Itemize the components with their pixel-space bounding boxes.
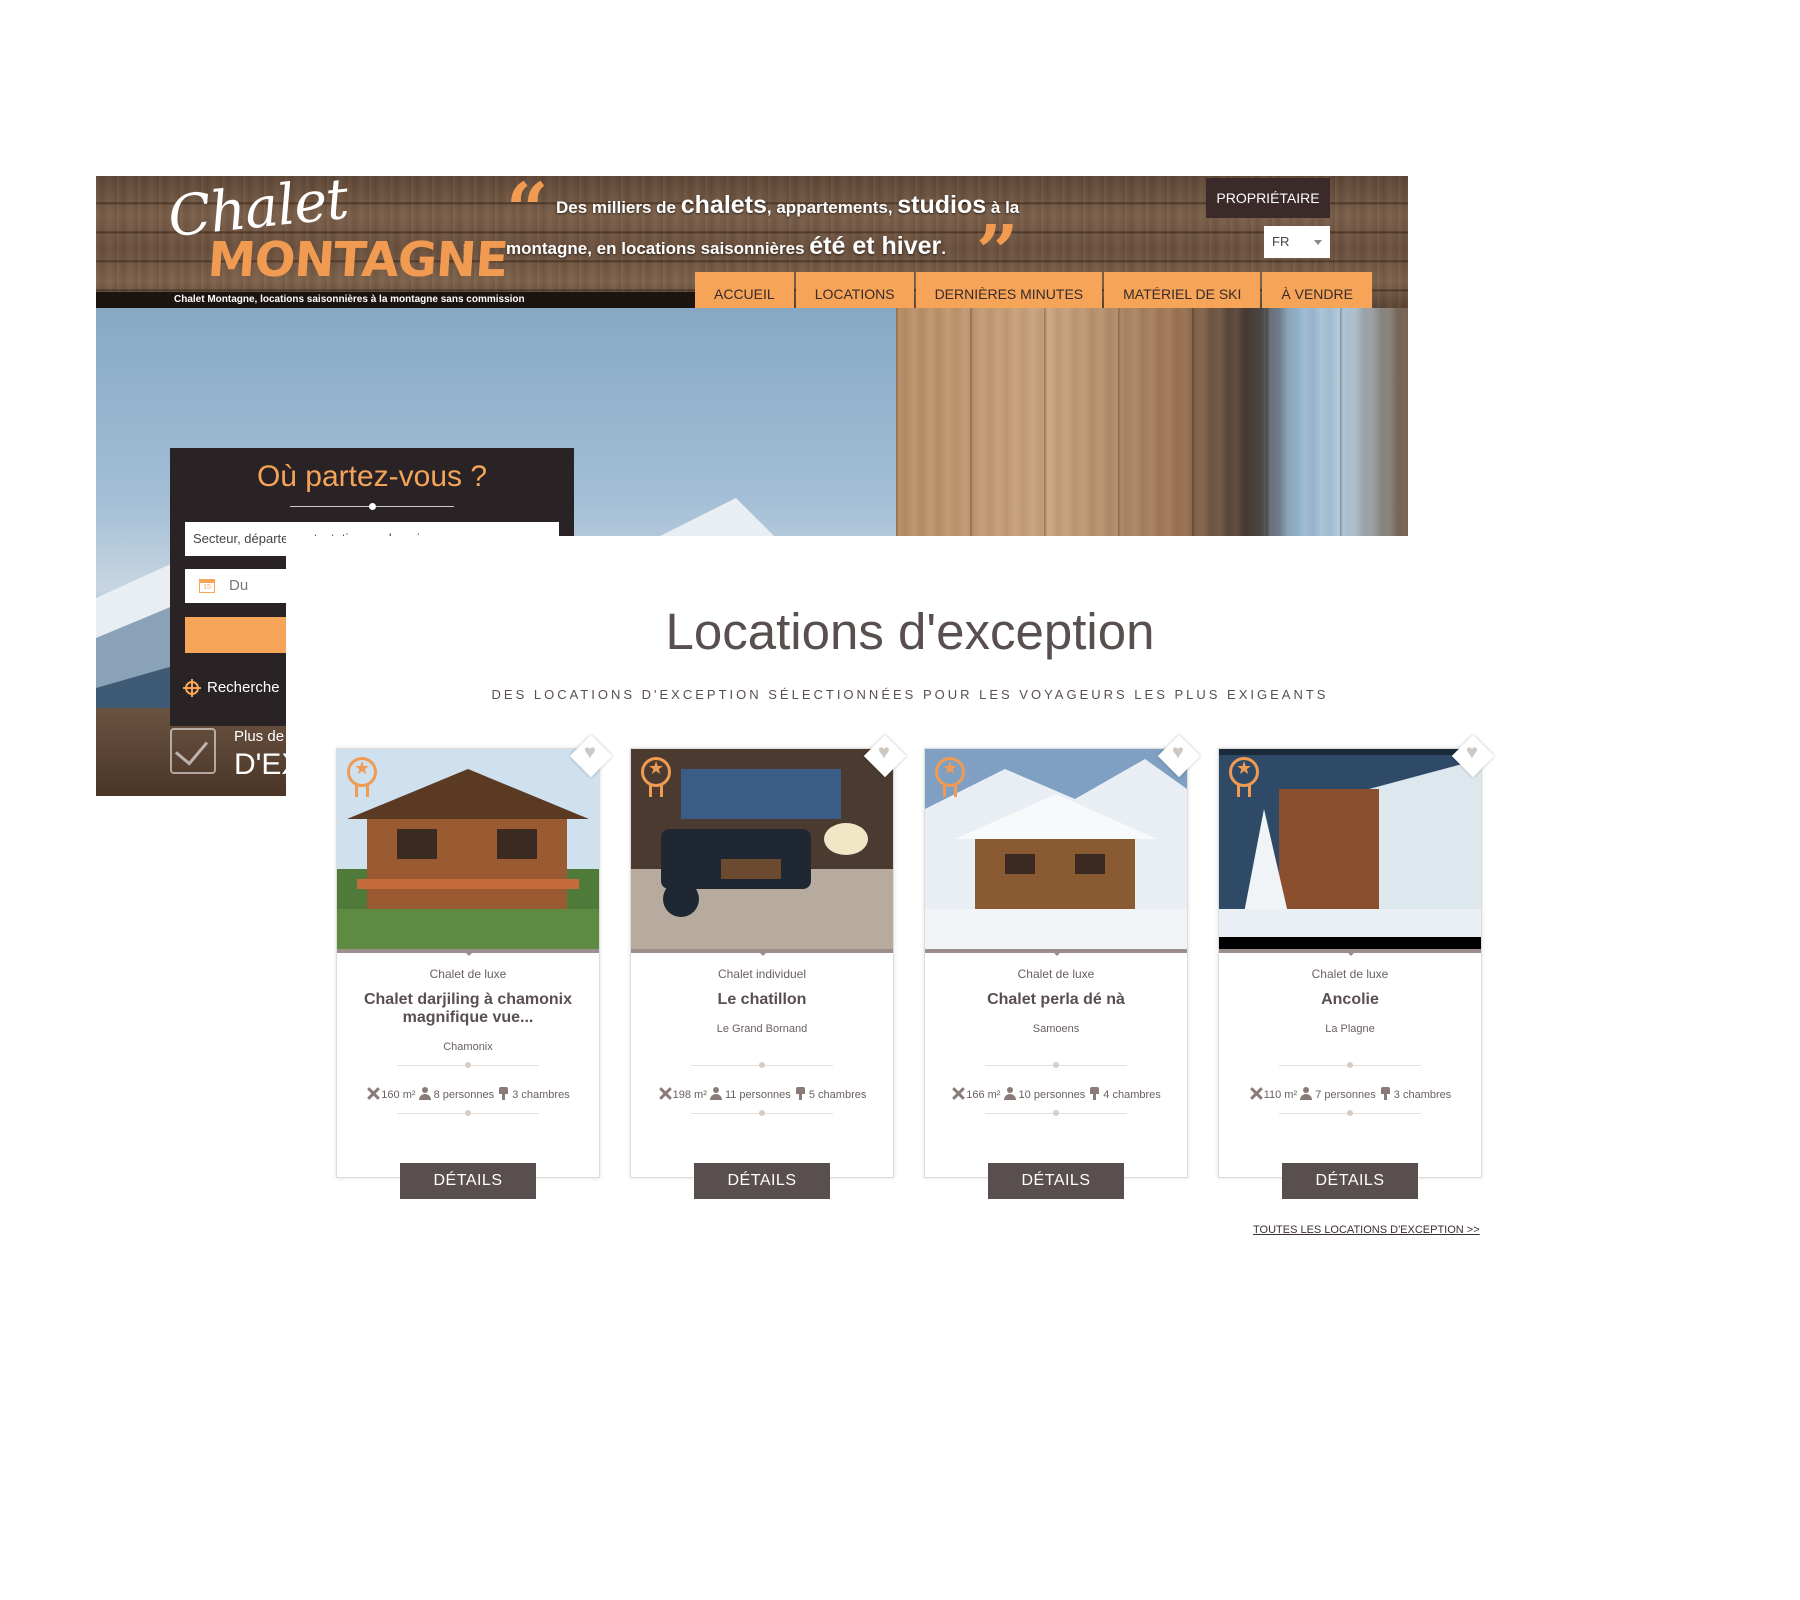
rental-place: Le Grand Bornand: [716, 1023, 808, 1035]
all-exception-rentals-link[interactable]: TOUTES LES LOCATIONS D'EXCEPTION >>: [1253, 1224, 1480, 1236]
logo-tagline: Chalet Montagne, locations saisonnières …: [174, 294, 525, 305]
search-title: Où partez-vous ?: [256, 460, 488, 493]
rental-type: Chalet de luxe: [1017, 967, 1095, 981]
language-value: FR: [1272, 234, 1290, 249]
rental-photo[interactable]: [631, 749, 893, 953]
award-icon: [641, 757, 671, 787]
details-button[interactable]: DÉTAILS: [400, 1163, 536, 1199]
rental-card[interactable]: ♥ Chalet individuel Le chatillon Le Gran…: [630, 734, 907, 1199]
divider: [290, 503, 454, 510]
rental-type: Chalet de luxe: [429, 967, 507, 981]
lamp-icon: [497, 1087, 510, 1100]
rental-type: Chalet de luxe: [1311, 967, 1389, 981]
area-icon: [951, 1087, 964, 1100]
rental-specs: 160 m² 8 personnes 3 chambres: [337, 1087, 599, 1101]
rental-place: La Plagne: [1325, 1023, 1375, 1035]
details-button[interactable]: DÉTAILS: [1282, 1163, 1418, 1199]
award-icon: [1229, 757, 1259, 787]
people-icon: [1300, 1087, 1313, 1100]
area-icon: [366, 1087, 379, 1100]
location-target-icon: [183, 679, 201, 697]
lamp-icon: [1379, 1087, 1392, 1100]
rental-name[interactable]: Chalet darjiling à chamonix magnifique v…: [357, 991, 579, 1027]
exception-section: Locations d'exception DES LOCATIONS D'EX…: [286, 536, 1800, 1600]
people-icon: [418, 1087, 432, 1100]
chalet-door-photo: [896, 308, 1408, 538]
section-subtitle: DES LOCATIONS D'EXCEPTION SÉLECTIONNÉES …: [491, 687, 1329, 702]
section-title: Locations d'exception: [665, 603, 1155, 660]
language-select[interactable]: FR: [1264, 226, 1330, 258]
rental-name[interactable]: Le chatillon: [651, 991, 873, 1009]
details-button[interactable]: DÉTAILS: [694, 1163, 830, 1199]
people-icon: [1003, 1087, 1017, 1100]
area-icon: [1249, 1087, 1262, 1100]
nearby-label: Recherche: [207, 679, 280, 696]
details-button[interactable]: DÉTAILS: [988, 1163, 1124, 1199]
people-icon: [709, 1087, 723, 1100]
rental-name[interactable]: Chalet perla dé nà: [945, 991, 1167, 1009]
owner-button[interactable]: PROPRIÉTAIRE: [1206, 178, 1330, 218]
rental-photo[interactable]: [925, 749, 1187, 953]
rental-place: Samoens: [1032, 1023, 1080, 1035]
rental-name[interactable]: Ancolie: [1239, 991, 1461, 1009]
area-icon: [658, 1087, 671, 1100]
award-icon: [935, 757, 965, 787]
calendar-icon: 15: [199, 579, 215, 593]
lamp-icon: [794, 1087, 807, 1100]
rental-specs: 110 m² 7 personnes 3 chambres: [1219, 1087, 1481, 1101]
lamp-icon: [1088, 1087, 1101, 1100]
logo-com: .com: [459, 242, 474, 272]
nearby-search-link[interactable]: Recherche: [183, 678, 280, 698]
rental-photo[interactable]: [337, 749, 599, 953]
rental-place: Chamonix: [443, 1041, 493, 1053]
rental-card[interactable]: ♥ Chalet de luxe Ancolie La Plagne 110 m…: [1218, 734, 1495, 1199]
strip-text-1: Plus de: [234, 728, 285, 745]
rental-photo[interactable]: [1219, 749, 1481, 953]
chevron-down-icon: [1314, 240, 1322, 245]
date-from-placeholder: Du: [229, 577, 249, 594]
rental-specs: 166 m² 10 personnes 4 chambres: [925, 1087, 1187, 1101]
award-icon: [347, 757, 377, 787]
check-icon: [170, 728, 216, 774]
rental-type: Chalet individuel: [717, 967, 807, 981]
site-header: Chalet MONTAGNE .com Chalet Montagne, lo…: [96, 176, 1408, 316]
rental-card[interactable]: ♥ Chalet de luxe Chalet darjiling à cham…: [336, 734, 613, 1199]
rental-specs: 198 m² 11 personnes 5 chambres: [631, 1087, 893, 1101]
rental-card[interactable]: ♥ Chalet de luxe Chalet perla dé nà Samo…: [924, 734, 1201, 1199]
